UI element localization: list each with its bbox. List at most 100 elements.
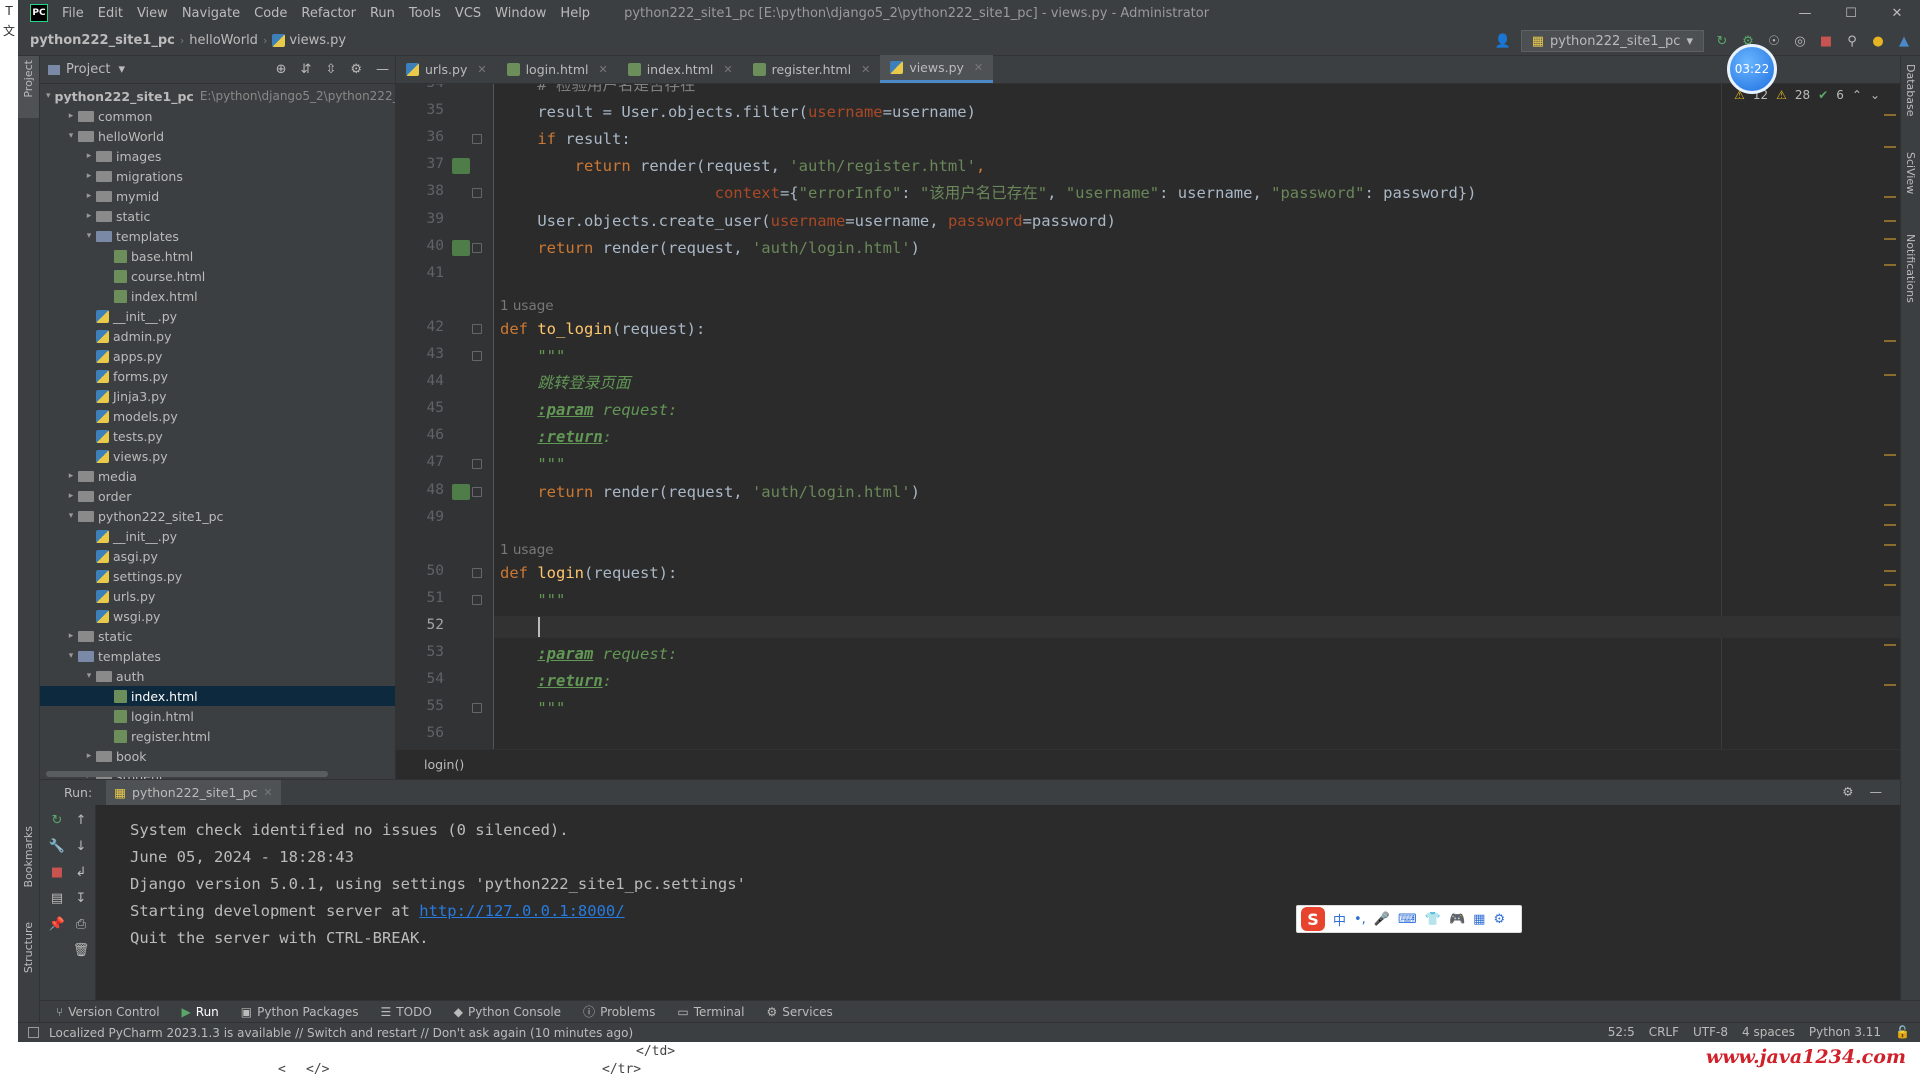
expand-all-icon[interactable]: ⇵	[301, 62, 312, 77]
close-icon[interactable]: ✕	[974, 61, 983, 74]
fold-icon[interactable]	[472, 351, 482, 361]
chevron-left-icon[interactable]: <	[278, 1062, 286, 1077]
hide-icon[interactable]: —	[376, 62, 389, 77]
close-icon[interactable]: ✕	[723, 63, 732, 76]
line-separator[interactable]: CRLF	[1649, 1025, 1679, 1039]
horizontal-scrollbar[interactable]	[46, 771, 328, 777]
fold-icon[interactable]	[472, 324, 482, 334]
tree-item[interactable]: tests.py	[40, 426, 395, 446]
chevron-down-icon[interactable]: ▾	[82, 231, 96, 241]
tree-item[interactable]: views.py	[40, 446, 395, 466]
html-template-icon[interactable]	[452, 158, 470, 174]
close-icon[interactable]: ✕	[263, 786, 272, 799]
tree-item[interactable]: models.py	[40, 406, 395, 426]
tree-item[interactable]: apps.py	[40, 346, 395, 366]
html-template-icon[interactable]	[452, 240, 470, 256]
error-stripe-mark[interactable]	[1884, 570, 1896, 572]
error-stripe-mark[interactable]	[1884, 238, 1896, 240]
chevron-down-icon[interactable]: ▾	[64, 511, 78, 521]
gear-icon[interactable]: ⚙	[1842, 784, 1853, 799]
tree-item[interactable]: ▸ common	[40, 106, 395, 126]
stop-icon[interactable]: ■	[48, 863, 66, 881]
tree-item[interactable]: admin.py	[40, 326, 395, 346]
arrow-up-icon[interactable]: ↑	[72, 811, 90, 829]
print-icon[interactable]: ⎙	[72, 915, 90, 933]
status-toggle-icon[interactable]	[28, 1027, 39, 1038]
close-icon[interactable]: ✕	[1874, 0, 1920, 26]
tab-index-html[interactable]: index.html ✕	[618, 55, 743, 83]
usage-hint[interactable]: 1 usage	[500, 295, 554, 317]
error-stripe-mark[interactable]	[1884, 524, 1896, 526]
tree-item[interactable]: forms.py	[40, 366, 395, 386]
tree-item[interactable]: register.html	[40, 726, 395, 746]
fold-icon[interactable]	[472, 243, 482, 253]
ime-item-icon[interactable]: ⌨	[1398, 912, 1417, 927]
pin-icon[interactable]: 📌	[48, 915, 66, 933]
tree-item[interactable]: ▸ static	[40, 206, 395, 226]
jetbrains-logo-icon[interactable]: ▲	[1896, 33, 1912, 49]
fold-icon[interactable]	[472, 595, 482, 605]
tree-item[interactable]: Jinja3.py	[40, 386, 395, 406]
code-editor[interactable]: 34 35 36 37 38 39 40 41 42 43 44 45 46 47 48 49 50 51 52 53…	[396, 84, 1906, 749]
sciview-tool-tab[interactable]: SciView	[1904, 152, 1917, 194]
database-tool-tab[interactable]: Database	[1904, 64, 1917, 117]
soft-wrap-icon[interactable]: ↲	[72, 863, 90, 881]
menu-view[interactable]: View	[137, 6, 168, 21]
tool-tab-run[interactable]: ▶ Run	[182, 1005, 219, 1019]
profile-icon[interactable]: ◎	[1792, 33, 1808, 49]
tree-item[interactable]: ▾ helloWorld	[40, 126, 395, 146]
tree-item[interactable]: wsgi.py	[40, 606, 395, 626]
tree-item[interactable]: ▸ order	[40, 486, 395, 506]
menu-edit[interactable]: Edit	[98, 6, 123, 21]
tool-tab-terminal[interactable]: ▭ Terminal	[677, 1005, 744, 1019]
tree-item[interactable]: ▸ media	[40, 466, 395, 486]
status-message[interactable]: Localized PyCharm 2023.1.3 is available …	[49, 1026, 633, 1040]
user-icon[interactable]: 👤	[1495, 33, 1511, 49]
error-stripe-mark[interactable]	[1884, 220, 1896, 222]
chevron-right-icon[interactable]: ▸	[64, 111, 78, 121]
locate-icon[interactable]: ⊕	[276, 62, 287, 77]
tree-item[interactable]: course.html	[40, 266, 395, 286]
error-stripe-mark[interactable]	[1884, 644, 1896, 646]
menu-run[interactable]: Run	[370, 6, 395, 21]
fold-icon[interactable]	[472, 568, 482, 578]
ime-item-icon[interactable]: ▦	[1473, 912, 1485, 927]
fold-icon[interactable]	[472, 487, 482, 497]
fold-icon[interactable]	[472, 703, 482, 713]
ime-item-icon[interactable]: 🎤	[1374, 912, 1390, 927]
ime-item-icon[interactable]: •,	[1354, 912, 1366, 927]
trash-icon[interactable]: 🗑	[72, 941, 90, 959]
error-stripe-mark[interactable]	[1884, 264, 1896, 266]
menu-code[interactable]: Code	[254, 6, 287, 21]
python-interpreter[interactable]: Python 3.11	[1809, 1025, 1881, 1039]
tree-item[interactable]: ▸ book	[40, 746, 395, 766]
rerun-icon[interactable]: ↻	[1714, 33, 1730, 49]
console-link[interactable]: http://127.0.0.1:8000/	[419, 902, 624, 920]
ime-item-icon[interactable]: 👕	[1425, 912, 1441, 927]
tree-item[interactable]: __init__.py	[40, 526, 395, 546]
error-stripe-mark[interactable]	[1884, 114, 1896, 116]
chevron-down-icon[interactable]: ▾	[46, 91, 51, 101]
bookmarks-tool-tab[interactable]: Bookmarks	[22, 826, 35, 887]
menu-file[interactable]: File	[62, 6, 84, 21]
fold-icon[interactable]	[472, 459, 482, 469]
error-stripe-mark[interactable]	[1884, 374, 1896, 376]
tool-tab-problems[interactable]: ⓘ Problems	[583, 1003, 655, 1020]
wrench-icon[interactable]: 🔧	[48, 837, 66, 855]
run-console[interactable]: System check identified no issues (0 sil…	[96, 805, 1900, 1000]
gear-icon[interactable]: ⚙	[350, 62, 362, 77]
error-stripe-mark[interactable]	[1884, 584, 1896, 586]
code-tag-icon[interactable]: </>	[306, 1062, 329, 1077]
fold-icon[interactable]	[472, 134, 482, 144]
tree-item[interactable]: ▾ python222_site1_pc	[40, 506, 395, 526]
tool-tab-version-control[interactable]: ⑂ Version Control	[56, 1005, 160, 1019]
tool-tab-python-packages[interactable]: ▣ Python Packages	[241, 1005, 359, 1019]
menu-vcs[interactable]: VCS	[455, 6, 481, 21]
error-stripe-mark[interactable]	[1884, 454, 1896, 456]
collapse-all-icon[interactable]: ⇳	[325, 62, 336, 77]
error-stripe-mark[interactable]	[1884, 146, 1896, 148]
maximize-icon[interactable]: ☐	[1828, 0, 1874, 26]
structure-tool-tab[interactable]: Structure	[22, 922, 35, 973]
hide-icon[interactable]: —	[1870, 784, 1883, 799]
lock-icon[interactable]: 🔓	[1895, 1025, 1910, 1039]
